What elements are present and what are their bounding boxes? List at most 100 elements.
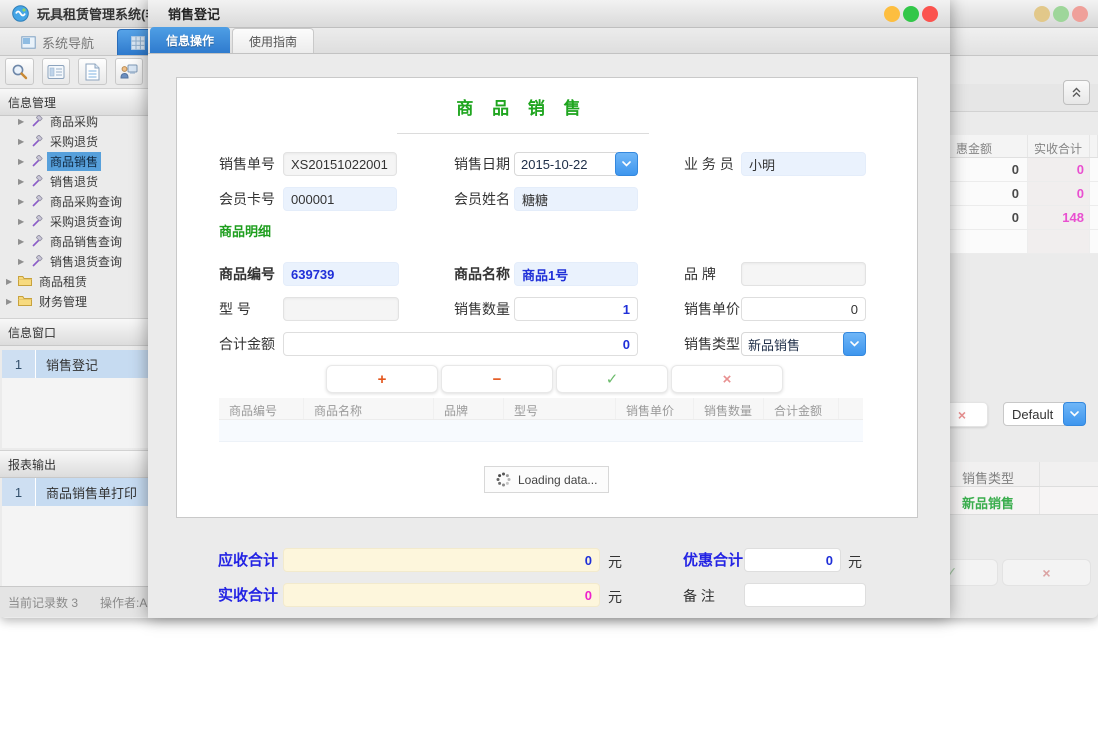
tree-item-sale-query[interactable]: ▶ 商品销售查询 bbox=[0, 231, 148, 251]
section-header-report-output: 报表输出 bbox=[0, 450, 148, 478]
tree-item-product-rental[interactable]: ▶ 商品租赁 bbox=[0, 271, 148, 291]
expand-arrow-icon[interactable]: ▶ bbox=[18, 117, 28, 126]
expand-arrow-icon[interactable]: ▶ bbox=[6, 277, 16, 286]
column-header-amount[interactable]: 合计金额 bbox=[764, 398, 839, 419]
sale-date-picker[interactable]: 2015-10-22 bbox=[514, 152, 638, 176]
chevron-down-icon[interactable] bbox=[843, 332, 866, 356]
collapse-panel-button[interactable] bbox=[1063, 80, 1090, 105]
add-row-button[interactable]: + bbox=[326, 365, 438, 393]
tree-item-purchase-return-query[interactable]: ▶ 采购退货查询 bbox=[0, 211, 148, 231]
qty-field[interactable]: 1 bbox=[514, 297, 638, 321]
member-name-field[interactable]: 糖糖 bbox=[514, 187, 638, 211]
tree-item-purchase-query[interactable]: ▶ 商品采购查询 bbox=[0, 191, 148, 211]
receivable-field[interactable]: 0 bbox=[283, 548, 600, 572]
close-button[interactable] bbox=[922, 6, 938, 22]
confirm-button[interactable]: ✓ bbox=[556, 365, 668, 393]
column-header-discount[interactable]: 惠金额 bbox=[950, 135, 1028, 157]
list-item-sales-register[interactable]: 1 销售登记 bbox=[2, 350, 148, 378]
close-button[interactable] bbox=[1072, 6, 1088, 22]
expand-arrow-icon[interactable]: ▶ bbox=[18, 137, 28, 146]
sale-no-field[interactable]: XS20151022001 bbox=[283, 152, 397, 176]
app-logo-icon bbox=[12, 5, 29, 22]
column-header-received[interactable]: 实收合计 bbox=[1028, 135, 1090, 157]
tab-user-guide[interactable]: 使用指南 bbox=[232, 28, 314, 53]
product-no-field[interactable]: 639739 bbox=[283, 262, 399, 286]
person-computer-icon bbox=[120, 63, 138, 80]
table-row[interactable]: 0 0 bbox=[950, 182, 1098, 206]
document-button[interactable] bbox=[78, 58, 107, 85]
expand-arrow-icon[interactable]: ▶ bbox=[18, 237, 28, 246]
sale-type-dropdown[interactable]: 新品销售 bbox=[741, 332, 866, 356]
chevron-down-icon[interactable] bbox=[615, 152, 638, 176]
tool-icon bbox=[30, 155, 43, 168]
remove-row-button[interactable]: − bbox=[441, 365, 553, 393]
sales-form-card: 商 品 销 售 销售单号 XS20151022001 销售日期 2015-10-… bbox=[176, 77, 918, 518]
document-icon bbox=[85, 63, 100, 81]
receivable-label: 应收合计 bbox=[218, 549, 278, 573]
salesman-field[interactable]: 小明 bbox=[741, 152, 866, 176]
tree-item-finance[interactable]: ▶ 财务管理 bbox=[0, 291, 148, 311]
chevron-down-icon[interactable] bbox=[1063, 402, 1086, 426]
dialog-title: 销售登记 bbox=[168, 4, 220, 23]
table-row[interactable]: 0 0 bbox=[950, 158, 1098, 182]
list-item-sales-print[interactable]: 1 商品销售单打印 bbox=[2, 478, 148, 506]
window-icon bbox=[21, 36, 36, 49]
record-count: 当前记录数 3 bbox=[8, 594, 78, 611]
column-header-product-name[interactable]: 商品名称 bbox=[304, 398, 434, 419]
form-view-button[interactable] bbox=[42, 58, 71, 85]
minimize-button[interactable] bbox=[1034, 6, 1050, 22]
expand-arrow-icon[interactable]: ▶ bbox=[18, 177, 28, 186]
section-title: 信息窗口 bbox=[8, 324, 56, 341]
search-icon bbox=[10, 62, 29, 81]
expand-arrow-icon[interactable]: ▶ bbox=[6, 297, 16, 306]
expand-arrow-icon[interactable]: ▶ bbox=[18, 197, 28, 206]
column-header-price[interactable]: 销售单价 bbox=[616, 398, 694, 419]
search-button[interactable] bbox=[5, 58, 34, 85]
cell-received: 0 bbox=[1028, 158, 1090, 181]
cell-received: 148 bbox=[1028, 206, 1090, 229]
expand-arrow-icon[interactable]: ▶ bbox=[18, 157, 28, 166]
minimize-button[interactable] bbox=[884, 6, 900, 22]
sales-register-dialog: 销售登记 信息操作 使用指南 商 品 销 售 销售单号 XS2015102200… bbox=[148, 0, 950, 618]
default-view-dropdown[interactable]: Default bbox=[1003, 402, 1086, 426]
expand-arrow-icon[interactable]: ▶ bbox=[18, 217, 28, 226]
tab-info-operation[interactable]: 信息操作 bbox=[150, 27, 230, 53]
cancel-button[interactable]: × bbox=[671, 365, 783, 393]
amount-field[interactable]: 0 bbox=[283, 332, 638, 356]
member-card-label: 会员卡号 bbox=[219, 187, 275, 211]
maximize-button[interactable] bbox=[903, 6, 919, 22]
remark-field[interactable] bbox=[744, 583, 866, 607]
price-field[interactable]: 0 bbox=[741, 297, 866, 321]
maximize-button[interactable] bbox=[1053, 6, 1069, 22]
remark-label: 备 注 bbox=[683, 584, 715, 608]
tree-item-product-sale[interactable]: ▶ 商品销售 bbox=[0, 151, 148, 171]
background-close-button[interactable]: × bbox=[1002, 559, 1091, 586]
tree-item-sale-return[interactable]: ▶ 销售退货 bbox=[0, 171, 148, 191]
discount-field[interactable]: 0 bbox=[744, 548, 841, 572]
form-title: 商 品 销 售 bbox=[177, 94, 867, 119]
folder-icon bbox=[18, 275, 32, 287]
brand-field[interactable] bbox=[741, 262, 866, 286]
table-row[interactable]: 新品销售 bbox=[950, 487, 1098, 515]
received-field[interactable]: 0 bbox=[283, 583, 600, 607]
member-card-field[interactable]: 000001 bbox=[283, 187, 397, 211]
spinner-icon bbox=[496, 472, 511, 487]
column-header-sale-type[interactable]: 销售类型 bbox=[950, 462, 1040, 486]
column-header-model[interactable]: 型号 bbox=[504, 398, 616, 419]
tab-system-nav[interactable]: 系统导航 bbox=[8, 29, 107, 55]
operator-button[interactable] bbox=[115, 58, 144, 85]
plus-icon: + bbox=[378, 371, 387, 388]
table-row[interactable]: 0 148 bbox=[950, 206, 1098, 230]
model-field[interactable] bbox=[283, 297, 399, 321]
list-item-label: 商品销售单打印 bbox=[36, 478, 148, 506]
column-header-product-no[interactable]: 商品编号 bbox=[219, 398, 304, 419]
expand-arrow-icon[interactable]: ▶ bbox=[18, 257, 28, 266]
product-name-field[interactable]: 商品1号 bbox=[514, 262, 638, 286]
navigation-tree: ▶ 商品采购 ▶ 采购退货 ▶ 商品销售 ▶ 销售退货 ▶ bbox=[0, 111, 148, 311]
column-header-qty[interactable]: 销售数量 bbox=[694, 398, 764, 419]
tree-item-sale-return-query[interactable]: ▶ 销售退货查询 bbox=[0, 251, 148, 271]
tree-item-purchase-return[interactable]: ▶ 采购退货 bbox=[0, 131, 148, 151]
tree-item-product-purchase[interactable]: ▶ 商品采购 bbox=[0, 111, 148, 131]
column-header-brand[interactable]: 品牌 bbox=[434, 398, 504, 419]
discount-label: 优惠合计 bbox=[683, 549, 743, 573]
